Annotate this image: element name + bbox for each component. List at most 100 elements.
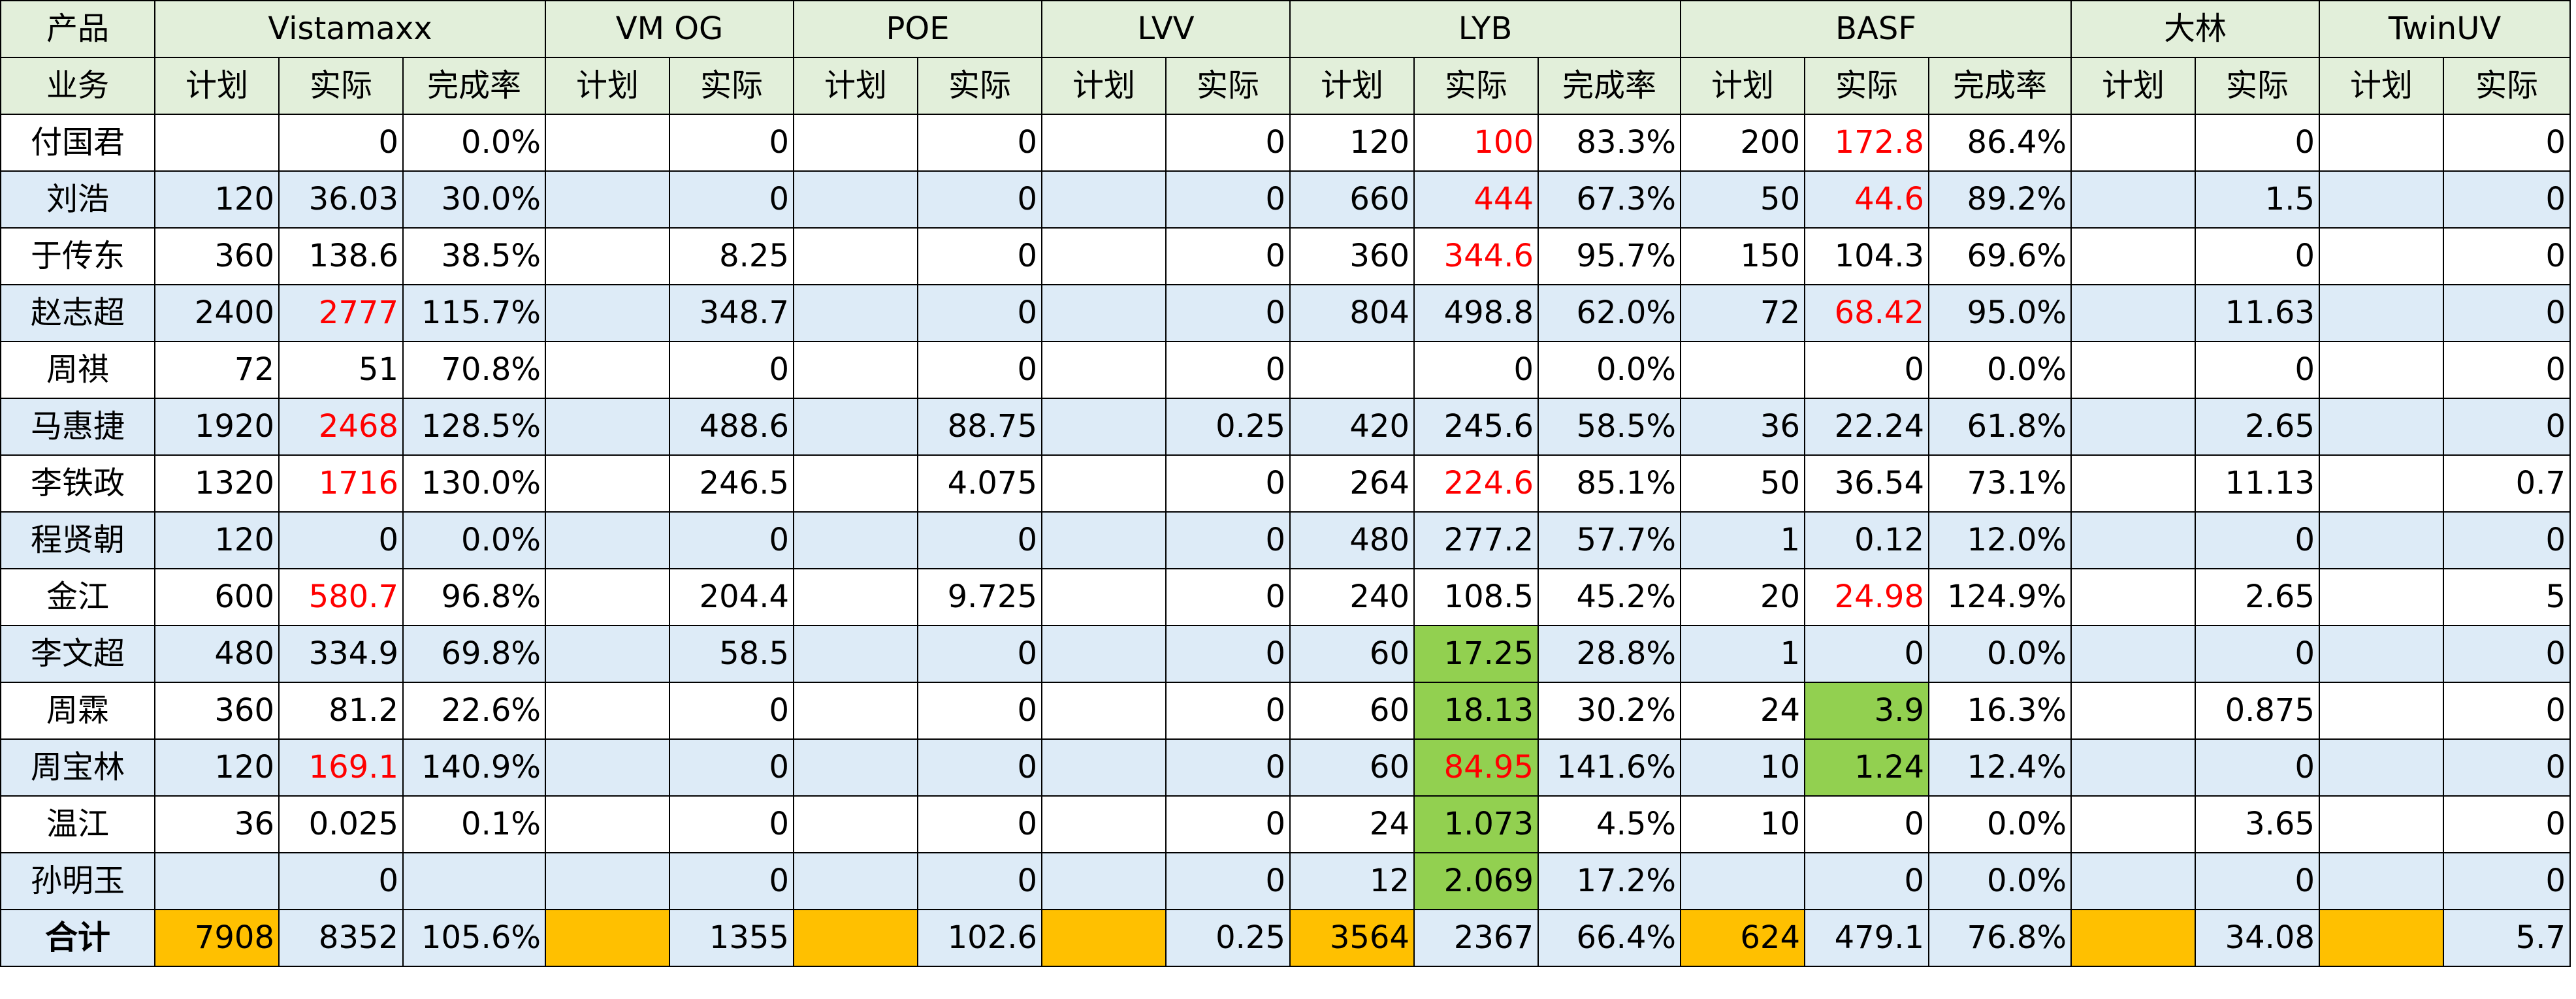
value-cell — [545, 795, 670, 853]
value-cell: 0 — [2195, 511, 2320, 569]
total-row: 合计 7908 8352 105.6% 1355 102.6 0.25 3564 2367 66.… — [0, 909, 2571, 967]
value-cell: 83.3% — [1538, 114, 1681, 172]
table-row: 李文超 480 334.9 69.8% 58.5 0 0 60 17.25 28.8% 1 0 0.0%… — [0, 625, 2571, 683]
value-cell: 58.5% — [1538, 398, 1681, 456]
value-cell — [1041, 341, 1167, 399]
salesperson-name-cell: 金江 — [0, 568, 155, 626]
value-cell — [2319, 795, 2444, 853]
value-cell: 0 — [2443, 114, 2571, 172]
value-cell: 0 — [917, 114, 1042, 172]
corner-product-label: 产品 — [0, 0, 155, 58]
value-cell: 36 — [154, 795, 280, 853]
value-cell: 28.8% — [1538, 625, 1681, 683]
value-cell — [1680, 852, 1805, 910]
subheader-cell: 计划 — [793, 57, 918, 115]
value-cell: 0 — [2443, 170, 2571, 229]
value-cell: 115.7% — [402, 284, 546, 342]
value-cell — [545, 284, 670, 342]
value-cell — [793, 454, 918, 513]
value-cell — [545, 398, 670, 456]
value-cell — [793, 795, 918, 853]
value-cell: 0 — [278, 511, 404, 569]
value-cell: 1.073 — [1413, 795, 1539, 853]
value-cell: 0 — [2443, 511, 2571, 569]
value-cell — [2070, 454, 2196, 513]
subheader-cell: 计划 — [1041, 57, 1167, 115]
value-cell: 69.6% — [1928, 227, 2072, 285]
value-cell: 69.8% — [402, 625, 546, 683]
value-cell: 17.2% — [1538, 852, 1681, 910]
subheader-cell: 完成率 — [1928, 57, 2072, 115]
value-cell: 204.4 — [669, 568, 794, 626]
value-cell — [2319, 738, 2444, 797]
salesperson-name-cell: 周祺 — [0, 341, 155, 399]
value-cell: 0 — [278, 852, 404, 910]
table-row: 付国君 0 0.0% 0 0 0 120 100 83.3% 200 172.8 86.4% 0 0 — [0, 114, 2571, 172]
value-cell: 0 — [2195, 625, 2320, 683]
value-cell — [545, 170, 670, 229]
subheader-cell: 计划 — [2319, 57, 2444, 115]
value-cell: 0 — [1804, 341, 1929, 399]
value-cell: 61.8% — [1928, 398, 2072, 456]
salesperson-name-cell: 于传东 — [0, 227, 155, 285]
value-cell: 660 — [1289, 170, 1415, 229]
value-cell: 9.725 — [917, 568, 1042, 626]
value-cell: 89.2% — [1928, 170, 2072, 229]
total-value-cell: 8352 — [278, 909, 404, 967]
value-cell: 348.7 — [669, 284, 794, 342]
value-cell: 0 — [1413, 341, 1539, 399]
value-cell: 1 — [1680, 511, 1805, 569]
value-cell: 124.9% — [1928, 568, 2072, 626]
value-cell: 58.5 — [669, 625, 794, 683]
value-cell: 600 — [154, 568, 280, 626]
value-cell: 0 — [2443, 682, 2571, 740]
value-cell: 73.1% — [1928, 454, 2072, 513]
value-cell — [1289, 341, 1415, 399]
salesperson-name-cell: 李文超 — [0, 625, 155, 683]
value-cell: 20 — [1680, 568, 1805, 626]
product-header-cell: POE — [793, 0, 1042, 58]
value-cell: 200 — [1680, 114, 1805, 172]
value-cell — [1041, 625, 1167, 683]
value-cell — [2319, 114, 2444, 172]
value-cell: 0 — [917, 170, 1042, 229]
salesperson-name-cell: 李铁政 — [0, 454, 155, 513]
value-cell: 0 — [669, 682, 794, 740]
value-cell: 0.0% — [402, 114, 546, 172]
value-cell: 334.9 — [278, 625, 404, 683]
value-cell: 277.2 — [1413, 511, 1539, 569]
value-cell — [1041, 114, 1167, 172]
value-cell — [2319, 625, 2444, 683]
value-cell: 0 — [2195, 227, 2320, 285]
value-cell — [793, 568, 918, 626]
value-cell: 0 — [278, 114, 404, 172]
value-cell: 11.13 — [2195, 454, 2320, 513]
value-cell — [2319, 682, 2444, 740]
value-cell: 0 — [1165, 114, 1291, 172]
value-cell: 1 — [1680, 625, 1805, 683]
value-cell: 24 — [1289, 795, 1415, 853]
value-cell: 0 — [917, 682, 1042, 740]
value-cell: 88.75 — [917, 398, 1042, 456]
table-row: 于传东 360 138.6 38.5% 8.25 0 0 360 344.6 95.7% 150 10… — [0, 227, 2571, 285]
value-cell: 128.5% — [402, 398, 546, 456]
value-cell: 120 — [154, 170, 280, 229]
value-cell — [793, 284, 918, 342]
value-cell: 2468 — [278, 398, 404, 456]
value-cell: 72 — [154, 341, 280, 399]
value-cell — [2070, 341, 2196, 399]
table-row: 刘浩 120 36.03 30.0% 0 0 0 660 444 67.3% 50 44.6 89.2%… — [0, 170, 2571, 229]
total-value-cell: 3564 — [1289, 909, 1415, 967]
value-cell: 0 — [669, 852, 794, 910]
product-header-cell: VM OG — [545, 0, 794, 58]
value-cell — [2070, 852, 2196, 910]
value-cell: 0 — [917, 227, 1042, 285]
value-cell — [1041, 227, 1167, 285]
value-cell: 38.5% — [402, 227, 546, 285]
value-cell — [2070, 170, 2196, 229]
value-cell: 360 — [154, 682, 280, 740]
subheader-cell: 实际 — [669, 57, 794, 115]
value-cell: 16.3% — [1928, 682, 2072, 740]
value-cell: 0.0% — [1538, 341, 1681, 399]
value-cell: 0 — [2195, 341, 2320, 399]
